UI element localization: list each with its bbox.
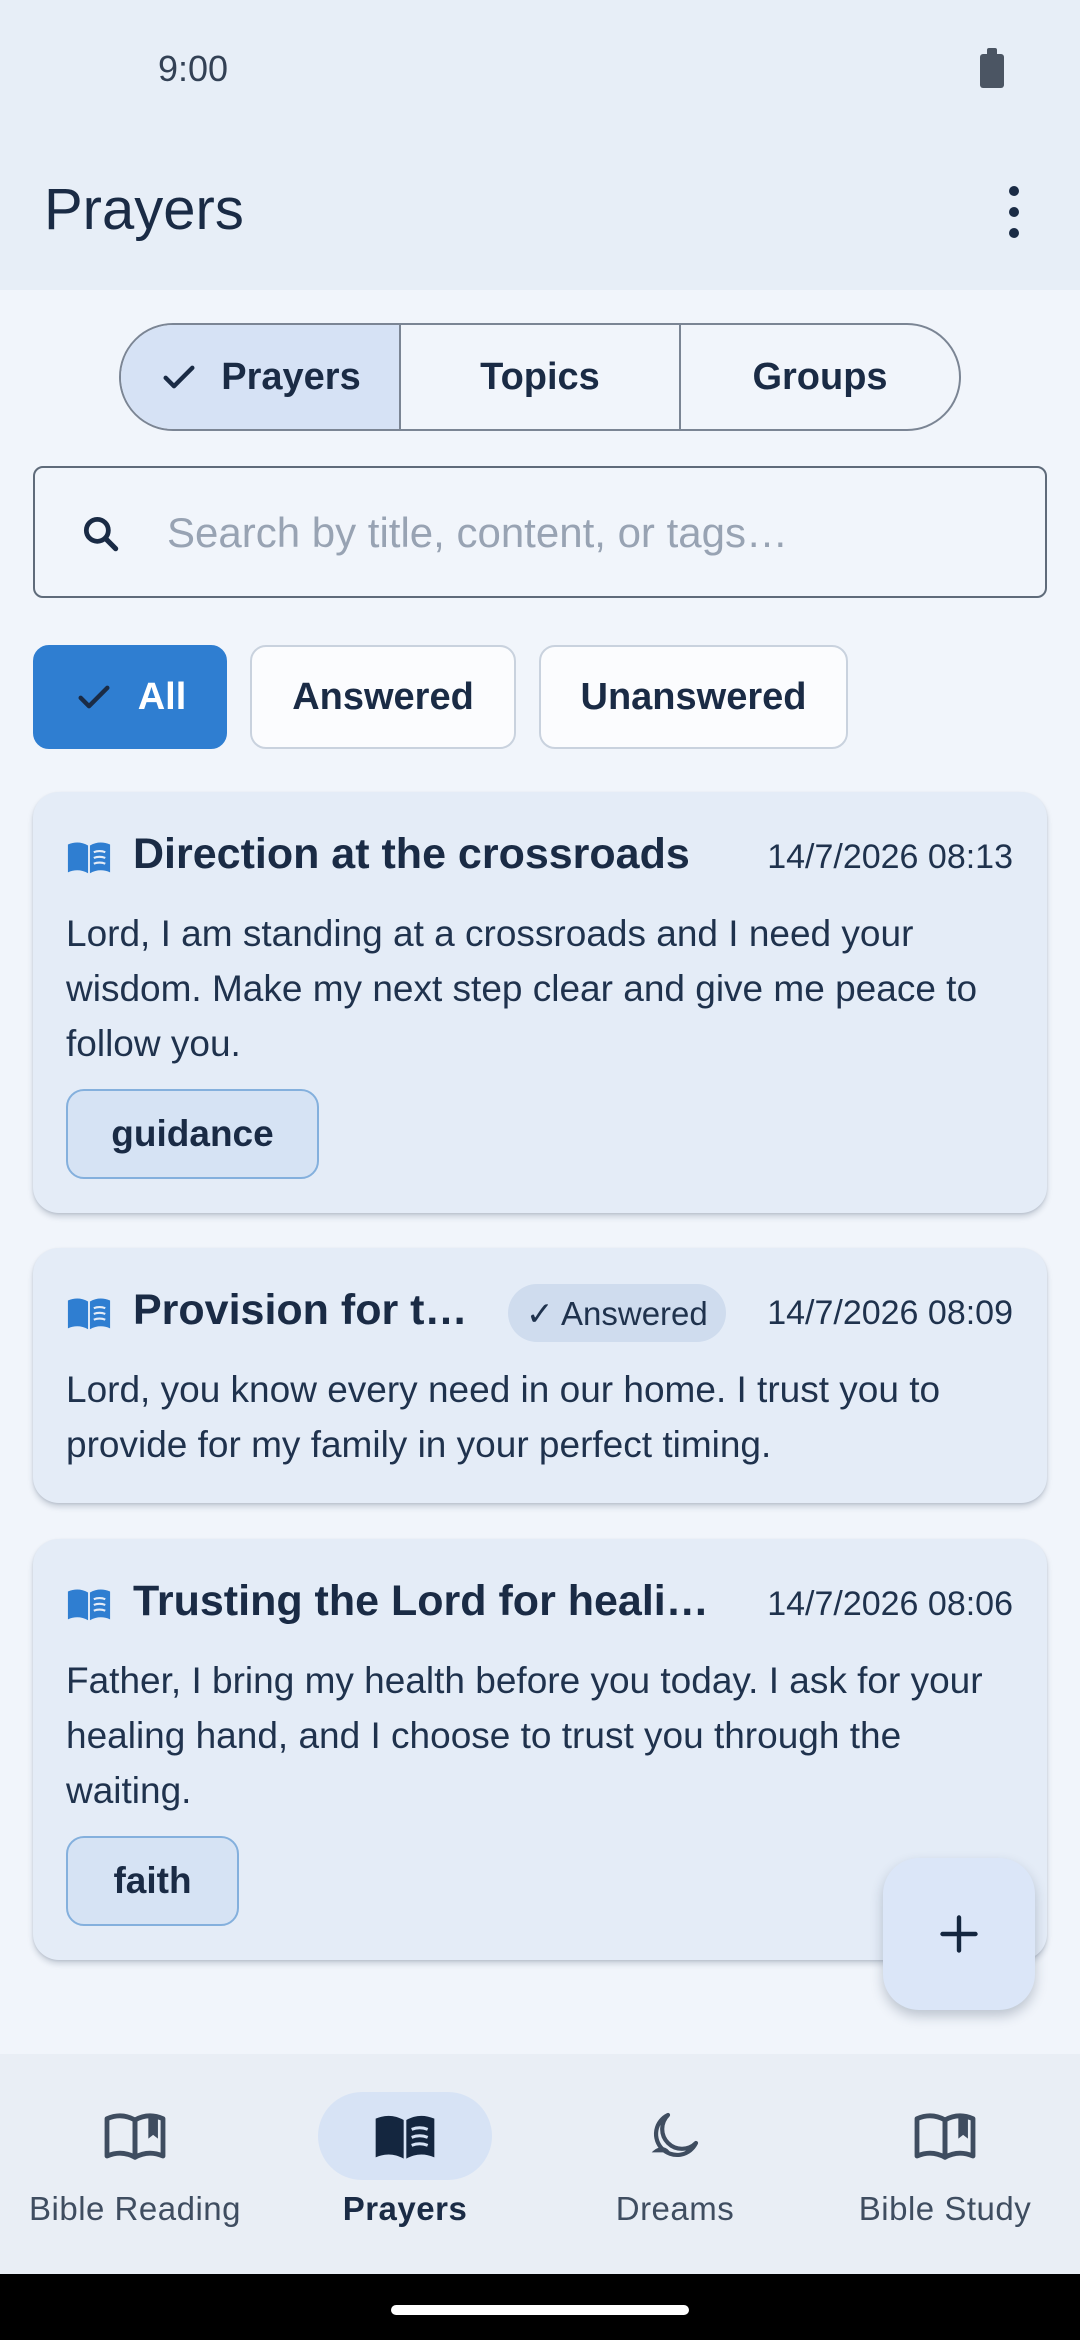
filter-chip-answered[interactable]: Answered bbox=[250, 645, 516, 749]
prayer-body: Lord, I am standing at a crossroads and … bbox=[66, 913, 978, 1064]
prayer-title: Direction at the crossroads bbox=[133, 830, 690, 878]
nav-item-bible-reading[interactable]: Bible Reading bbox=[0, 2054, 270, 2274]
nav-item-dreams[interactable]: Dreams bbox=[540, 2054, 810, 2274]
more-vert-icon[interactable] bbox=[996, 186, 1032, 238]
plus-icon bbox=[940, 1915, 978, 1953]
segment-prayers[interactable]: Prayers bbox=[121, 325, 399, 429]
prayer-title: Trusting the Lord for healing bbox=[133, 1577, 713, 1625]
prayer-title: Provision for th… bbox=[133, 1286, 493, 1334]
book-icon bbox=[67, 842, 111, 874]
segment-label: Topics bbox=[480, 355, 600, 398]
prayer-date: 14/7/2026 08:13 bbox=[767, 838, 1013, 876]
chip-label: All bbox=[137, 675, 187, 718]
battery-icon bbox=[980, 48, 1004, 88]
prayer-body: Lord, you know every need in our home. I… bbox=[66, 1369, 941, 1465]
nav-item-prayers[interactable]: Prayers bbox=[270, 2054, 540, 2274]
top-app-bar: 9:00 Prayers bbox=[0, 0, 1080, 290]
search-icon bbox=[83, 516, 119, 552]
nav-item-bible-study[interactable]: Bible Study bbox=[810, 2054, 1080, 2274]
chip-label: Unanswered bbox=[580, 675, 807, 718]
prayer-card[interactable]: Provision for th… ✓ Answered 14/7/2026 0… bbox=[33, 1248, 1047, 1503]
search-field bbox=[33, 466, 1047, 598]
prayer-body: Father, I bring my health before you tod… bbox=[66, 1660, 983, 1811]
nav-label: Bible Study bbox=[858, 2190, 1032, 2227]
nav-label: Prayers bbox=[342, 2190, 468, 2227]
filter-chip-unanswered[interactable]: Unanswered bbox=[539, 645, 848, 749]
open-book-filled-icon bbox=[375, 2115, 435, 2159]
open-book-outline-icon bbox=[914, 2113, 976, 2160]
tag-chip[interactable]: guidance bbox=[66, 1089, 319, 1179]
nav-label: Bible Reading bbox=[29, 2190, 241, 2227]
prayer-date: 14/7/2026 08:09 bbox=[767, 1294, 1013, 1332]
chip-label: Answered bbox=[292, 675, 474, 718]
book-icon bbox=[67, 1298, 111, 1330]
segment-topics[interactable]: Topics bbox=[399, 325, 679, 429]
page-title: Prayers bbox=[44, 177, 244, 242]
search-input[interactable] bbox=[165, 468, 1029, 598]
open-book-outline-icon bbox=[104, 2113, 166, 2160]
book-icon bbox=[67, 1589, 111, 1621]
bottom-navigation: Bible Reading Prayers Dreams Bible Study bbox=[0, 2054, 1080, 2274]
prayer-date: 14/7/2026 08:06 bbox=[767, 1585, 1013, 1623]
add-prayer-button[interactable] bbox=[883, 1858, 1035, 2010]
answered-badge: ✓ Answered bbox=[508, 1284, 726, 1342]
view-segmented-control: Prayers Topics Groups bbox=[119, 323, 961, 431]
prayer-card[interactable]: Direction at the crossroads 14/7/2026 08… bbox=[33, 792, 1047, 1213]
check-icon bbox=[78, 685, 110, 709]
segment-label: Groups bbox=[752, 355, 888, 398]
segment-label: Prayers bbox=[221, 355, 361, 398]
status-time: 9:00 bbox=[158, 48, 229, 89]
filter-chip-all[interactable]: All bbox=[33, 645, 227, 749]
segment-groups[interactable]: Groups bbox=[679, 325, 959, 429]
check-icon bbox=[163, 365, 195, 389]
moon-icon bbox=[651, 2112, 699, 2157]
home-gesture-handle[interactable] bbox=[391, 2305, 689, 2315]
tag-chip[interactable]: faith bbox=[66, 1836, 239, 1926]
nav-label: Dreams bbox=[615, 2190, 735, 2227]
